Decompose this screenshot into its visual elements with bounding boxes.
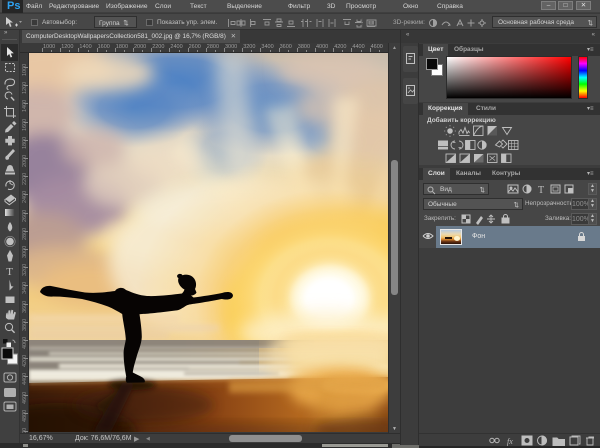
svg-text:T: T <box>538 185 544 195</box>
svg-text:fx: fx <box>507 437 513 446</box>
svg-text:T: T <box>6 266 13 278</box>
